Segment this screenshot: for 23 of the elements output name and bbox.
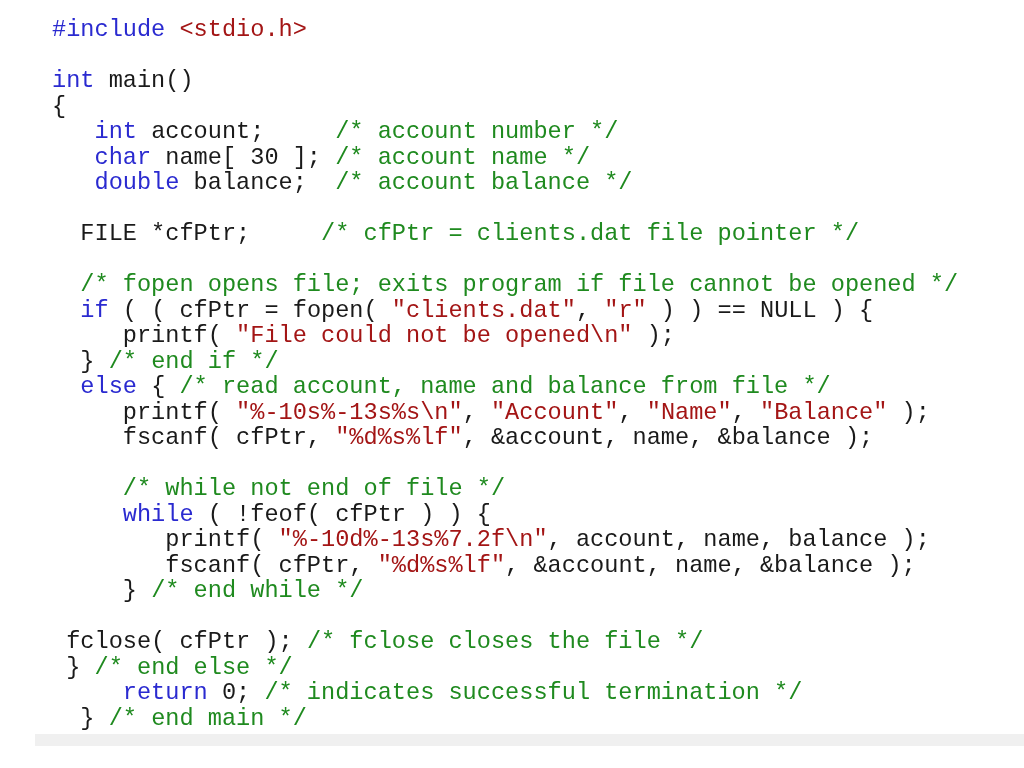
- code-line: } /* end else */: [66, 653, 293, 681]
- code-line: printf( "%-10s%-13s%s\n", "Account", "Name", "Balance" );: [122, 398, 930, 426]
- code-line: char name[ 30 ]; /* account name */: [94, 143, 591, 171]
- code-line: } /* end main */: [80, 704, 307, 732]
- code-line: FILE *cfPtr; /* cfPtr = clients.dat file pointer */: [80, 220, 860, 247]
- code-line: printf( "%-10d%-13s%7.2f\n", account, name, balance );: [165, 526, 930, 553]
- code-line: #include <stdio.h>: [52, 16, 307, 43]
- code-line: fscanf( cfPtr, "%d%s%lf", &account, name, &balance );: [165, 551, 916, 579]
- code-line: /* while not end of file */: [122, 475, 506, 502]
- code-line: } /* end while */: [122, 577, 364, 604]
- code-line: fclose( cfPtr ); /* fclose closes the file */: [66, 628, 704, 655]
- code-line: int account; /* account number */: [94, 118, 619, 145]
- code-line: return 0; /* indicates successful termination */: [122, 679, 803, 706]
- code-line: } /* end if */: [80, 347, 279, 375]
- code-line: else { /* read account, name and balance from file */: [80, 373, 831, 400]
- code-line: double balance; /* account balance */: [94, 169, 633, 196]
- code-line: while ( !feof( cfPtr ) ) {: [122, 500, 491, 528]
- code-line: if ( ( cfPtr = fopen( "clients.dat", "r" ) ) == NULL ) {: [80, 296, 874, 324]
- code-line: printf( "File could not be opened\n" );: [122, 322, 675, 349]
- code-line: fscanf( cfPtr, "%d%s%lf", &account, name, &balance );: [122, 424, 874, 451]
- code-line: {: [52, 92, 67, 120]
- code-line: int main(): [52, 67, 194, 94]
- code-line: /* fopen opens file; exits program if file cannot be opened */: [80, 271, 959, 298]
